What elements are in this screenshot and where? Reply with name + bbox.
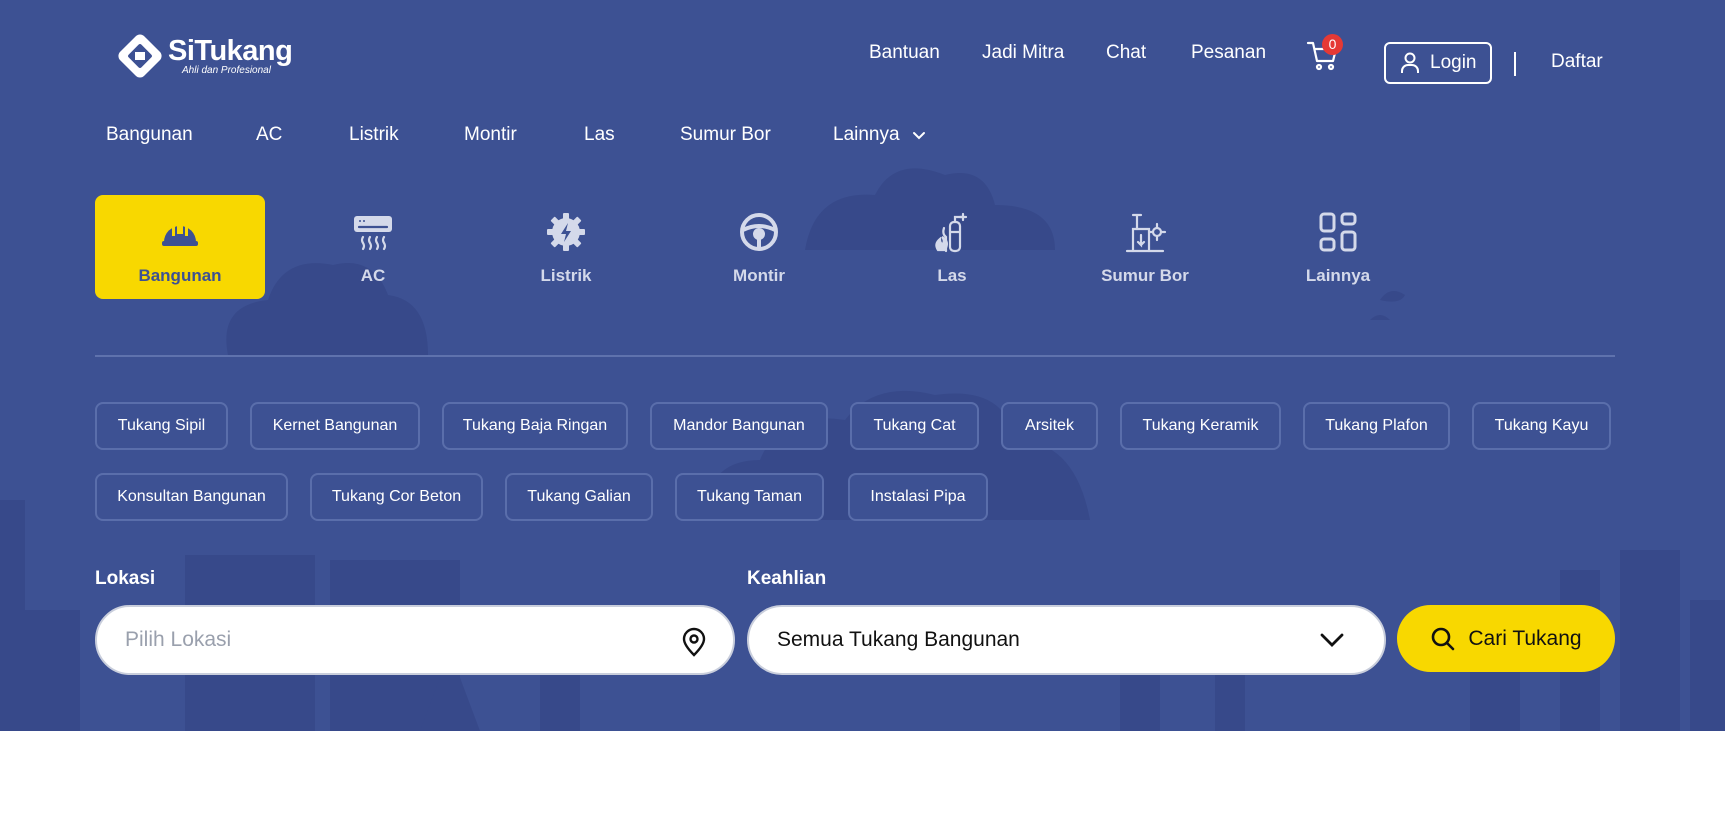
site-logo[interactable]: SiTukang Ahli dan Profesional bbox=[114, 30, 293, 82]
nav-jadi-mitra[interactable]: Jadi Mitra bbox=[982, 42, 1064, 64]
catnav-bangunan[interactable]: Bangunan bbox=[106, 124, 193, 146]
category-tile-listrik[interactable]: Listrik bbox=[481, 195, 651, 299]
chip-tukang-sipil[interactable]: Tukang Sipil bbox=[95, 402, 228, 450]
nav-pesanan[interactable]: Pesanan bbox=[1191, 42, 1266, 64]
skill-selected-value: Semua Tukang Bangunan bbox=[777, 628, 1020, 651]
skill-select[interactable]: Semua Tukang Bangunan bbox=[747, 605, 1386, 675]
nav-bantuan[interactable]: Bantuan bbox=[869, 42, 940, 64]
catnav-ac[interactable]: AC bbox=[256, 124, 282, 146]
location-placeholder: Pilih Lokasi bbox=[125, 628, 232, 651]
brand-tagline: Ahli dan Profesional bbox=[182, 65, 271, 76]
location-field[interactable]: Pilih Lokasi bbox=[95, 605, 735, 675]
search-button-label: Cari Tukang bbox=[1468, 626, 1582, 650]
category-label: AC bbox=[360, 266, 386, 285]
chip-tukang-cor-beton[interactable]: Tukang Cor Beton bbox=[310, 473, 483, 521]
chip-tukang-kayu[interactable]: Tukang Kayu bbox=[1472, 402, 1611, 450]
location-label: Lokasi bbox=[95, 568, 156, 589]
chip-tukang-taman[interactable]: Tukang Taman bbox=[675, 473, 824, 521]
catnav-listrik[interactable]: Listrik bbox=[349, 124, 399, 146]
drill-rig-icon bbox=[1125, 213, 1167, 253]
hero-section: SiTukang Ahli dan Profesional Bantuan Ja… bbox=[0, 0, 1725, 731]
catnav-las[interactable]: Las bbox=[584, 124, 615, 146]
catnav-lainnya[interactable]: Lainnya bbox=[833, 124, 900, 146]
grid-icon bbox=[1319, 212, 1357, 252]
ac-icon bbox=[354, 216, 392, 251]
chip-instalasi-pipa[interactable]: Instalasi Pipa bbox=[848, 473, 988, 521]
chip-tukang-baja-ringan[interactable]: Tukang Baja Ringan bbox=[442, 402, 628, 450]
chip-tukang-plafon[interactable]: Tukang Plafon bbox=[1303, 402, 1450, 450]
register-link[interactable]: Daftar bbox=[1551, 51, 1603, 73]
chevron-down-icon[interactable] bbox=[911, 128, 927, 144]
chip-mandor-bangunan[interactable]: Mandor Bangunan bbox=[650, 402, 828, 450]
section-divider bbox=[95, 355, 1615, 357]
login-label: Login bbox=[1430, 52, 1477, 73]
category-label: Sumur Bor bbox=[1101, 266, 1189, 285]
catnav-sumur-bor[interactable]: Sumur Bor bbox=[680, 124, 771, 146]
category-label: Listrik bbox=[540, 266, 592, 285]
chip-arsitek[interactable]: Arsitek bbox=[1001, 402, 1098, 450]
welding-tank-icon bbox=[935, 212, 968, 253]
category-label: Lainnya bbox=[1305, 266, 1371, 285]
login-button[interactable]: Login bbox=[1384, 42, 1492, 84]
chip-tukang-cat[interactable]: Tukang Cat bbox=[850, 402, 979, 450]
category-label: Las bbox=[937, 266, 967, 285]
category-label: Montir bbox=[733, 266, 785, 285]
category-tile-montir[interactable]: Montir bbox=[674, 195, 844, 299]
chevron-down-icon bbox=[1320, 633, 1344, 647]
category-tile-ac[interactable]: AC bbox=[288, 195, 458, 299]
search-button[interactable]: Cari Tukang bbox=[1397, 605, 1615, 672]
category-tile-las[interactable]: Las bbox=[867, 195, 1037, 299]
nav-chat[interactable]: Chat bbox=[1106, 42, 1146, 64]
chip-tukang-keramik[interactable]: Tukang Keramik bbox=[1120, 402, 1281, 450]
chip-konsultan-bangunan[interactable]: Konsultan Bangunan bbox=[95, 473, 288, 521]
search-icon bbox=[1432, 627, 1455, 650]
category-tile-bangunan[interactable]: Bangunan bbox=[95, 195, 265, 299]
logo-mark-icon bbox=[118, 34, 162, 78]
chip-kernet-bangunan[interactable]: Kernet Bangunan bbox=[250, 402, 420, 450]
category-label: Bangunan bbox=[138, 266, 222, 285]
skill-label: Keahlian bbox=[747, 568, 827, 589]
user-icon bbox=[1401, 52, 1419, 73]
steering-wheel-icon bbox=[740, 213, 778, 251]
header-divider bbox=[1514, 52, 1516, 76]
electric-gear-icon bbox=[547, 213, 585, 251]
location-pin-icon bbox=[682, 627, 706, 657]
cart-count-badge: 0 bbox=[1322, 34, 1343, 55]
category-tile-sumur-bor[interactable]: Sumur Bor bbox=[1060, 195, 1230, 299]
brand-name: SiTukang bbox=[168, 35, 293, 67]
catnav-montir[interactable]: Montir bbox=[464, 124, 517, 146]
helmet-icon bbox=[162, 220, 198, 246]
category-tile-lainnya[interactable]: Lainnya bbox=[1253, 195, 1423, 299]
chip-tukang-galian[interactable]: Tukang Galian bbox=[505, 473, 653, 521]
